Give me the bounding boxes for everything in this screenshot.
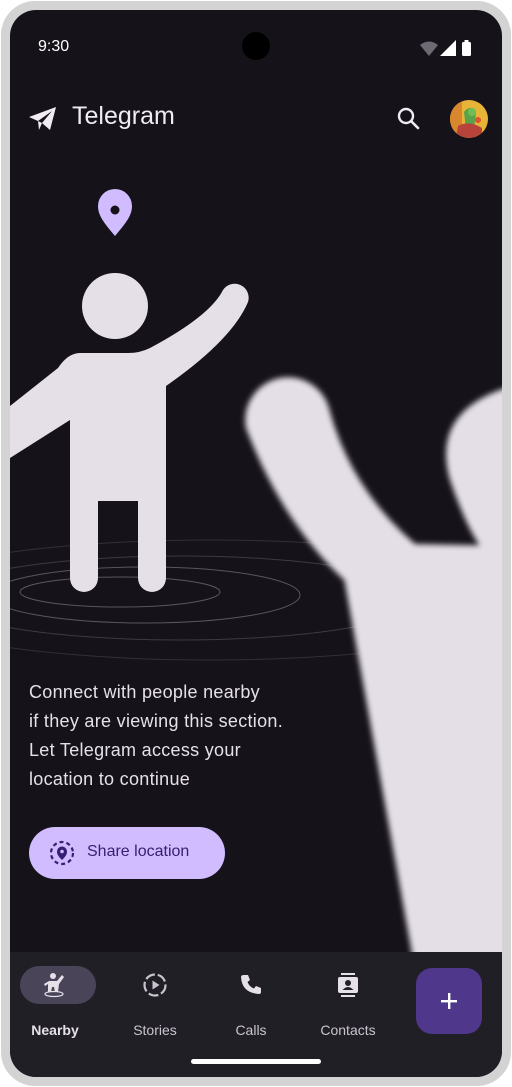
nearby-description: Connect with people nearby if they are v… xyxy=(29,678,349,794)
nav-item-stories[interactable]: Stories xyxy=(110,966,200,1038)
description-line: Connect with people nearby xyxy=(29,682,260,702)
screen: 9:30 Telegram Connect with people nearby… xyxy=(10,10,502,1077)
nav-label: Contacts xyxy=(320,1022,376,1038)
battery-icon xyxy=(462,40,471,56)
telegram-logo-icon xyxy=(28,106,58,137)
nav-label: Nearby xyxy=(31,1022,79,1038)
waving-person-figure xyxy=(10,273,249,592)
share-location-button[interactable]: Share location xyxy=(29,827,225,879)
location-share-icon xyxy=(49,840,75,871)
front-camera xyxy=(242,32,270,60)
status-time: 9:30 xyxy=(38,38,70,55)
nav-label: Calls xyxy=(235,1022,267,1038)
location-pin-icon xyxy=(98,189,132,236)
nav-label: Stories xyxy=(133,1022,177,1038)
device-frame: 9:30 Telegram Connect with people nearby… xyxy=(0,0,512,1087)
status-bar: 9:30 xyxy=(10,10,502,60)
description-line: location to continue xyxy=(29,769,191,789)
description-line: Let Telegram access your xyxy=(29,740,241,760)
contacts-icon xyxy=(303,972,393,998)
nav-item-contacts[interactable]: Contacts xyxy=(303,966,393,1038)
phone-icon xyxy=(206,972,296,998)
wifi-icon xyxy=(420,41,438,56)
home-indicator[interactable] xyxy=(191,1059,321,1064)
search-icon xyxy=(397,107,420,130)
nav-item-nearby[interactable]: Nearby xyxy=(10,966,100,1038)
signal-icon xyxy=(440,40,456,56)
nav-item-calls[interactable]: Calls xyxy=(206,966,296,1038)
plus-icon xyxy=(441,993,457,1009)
search-button[interactable] xyxy=(396,106,422,132)
app-title: Telegram xyxy=(72,102,175,130)
status-icons xyxy=(418,40,478,63)
bottom-navigation: Nearby Stories Calls Contacts xyxy=(10,952,502,1077)
description-line: if they are viewing this section. xyxy=(29,711,284,731)
stories-icon xyxy=(110,972,200,998)
share-location-label: Share location xyxy=(87,843,190,860)
person-nearby-icon xyxy=(10,972,100,998)
large-person-figure xyxy=(245,377,502,970)
app-bar: Telegram xyxy=(10,90,502,146)
new-message-fab[interactable] xyxy=(416,968,482,1034)
profile-avatar[interactable] xyxy=(450,100,488,138)
